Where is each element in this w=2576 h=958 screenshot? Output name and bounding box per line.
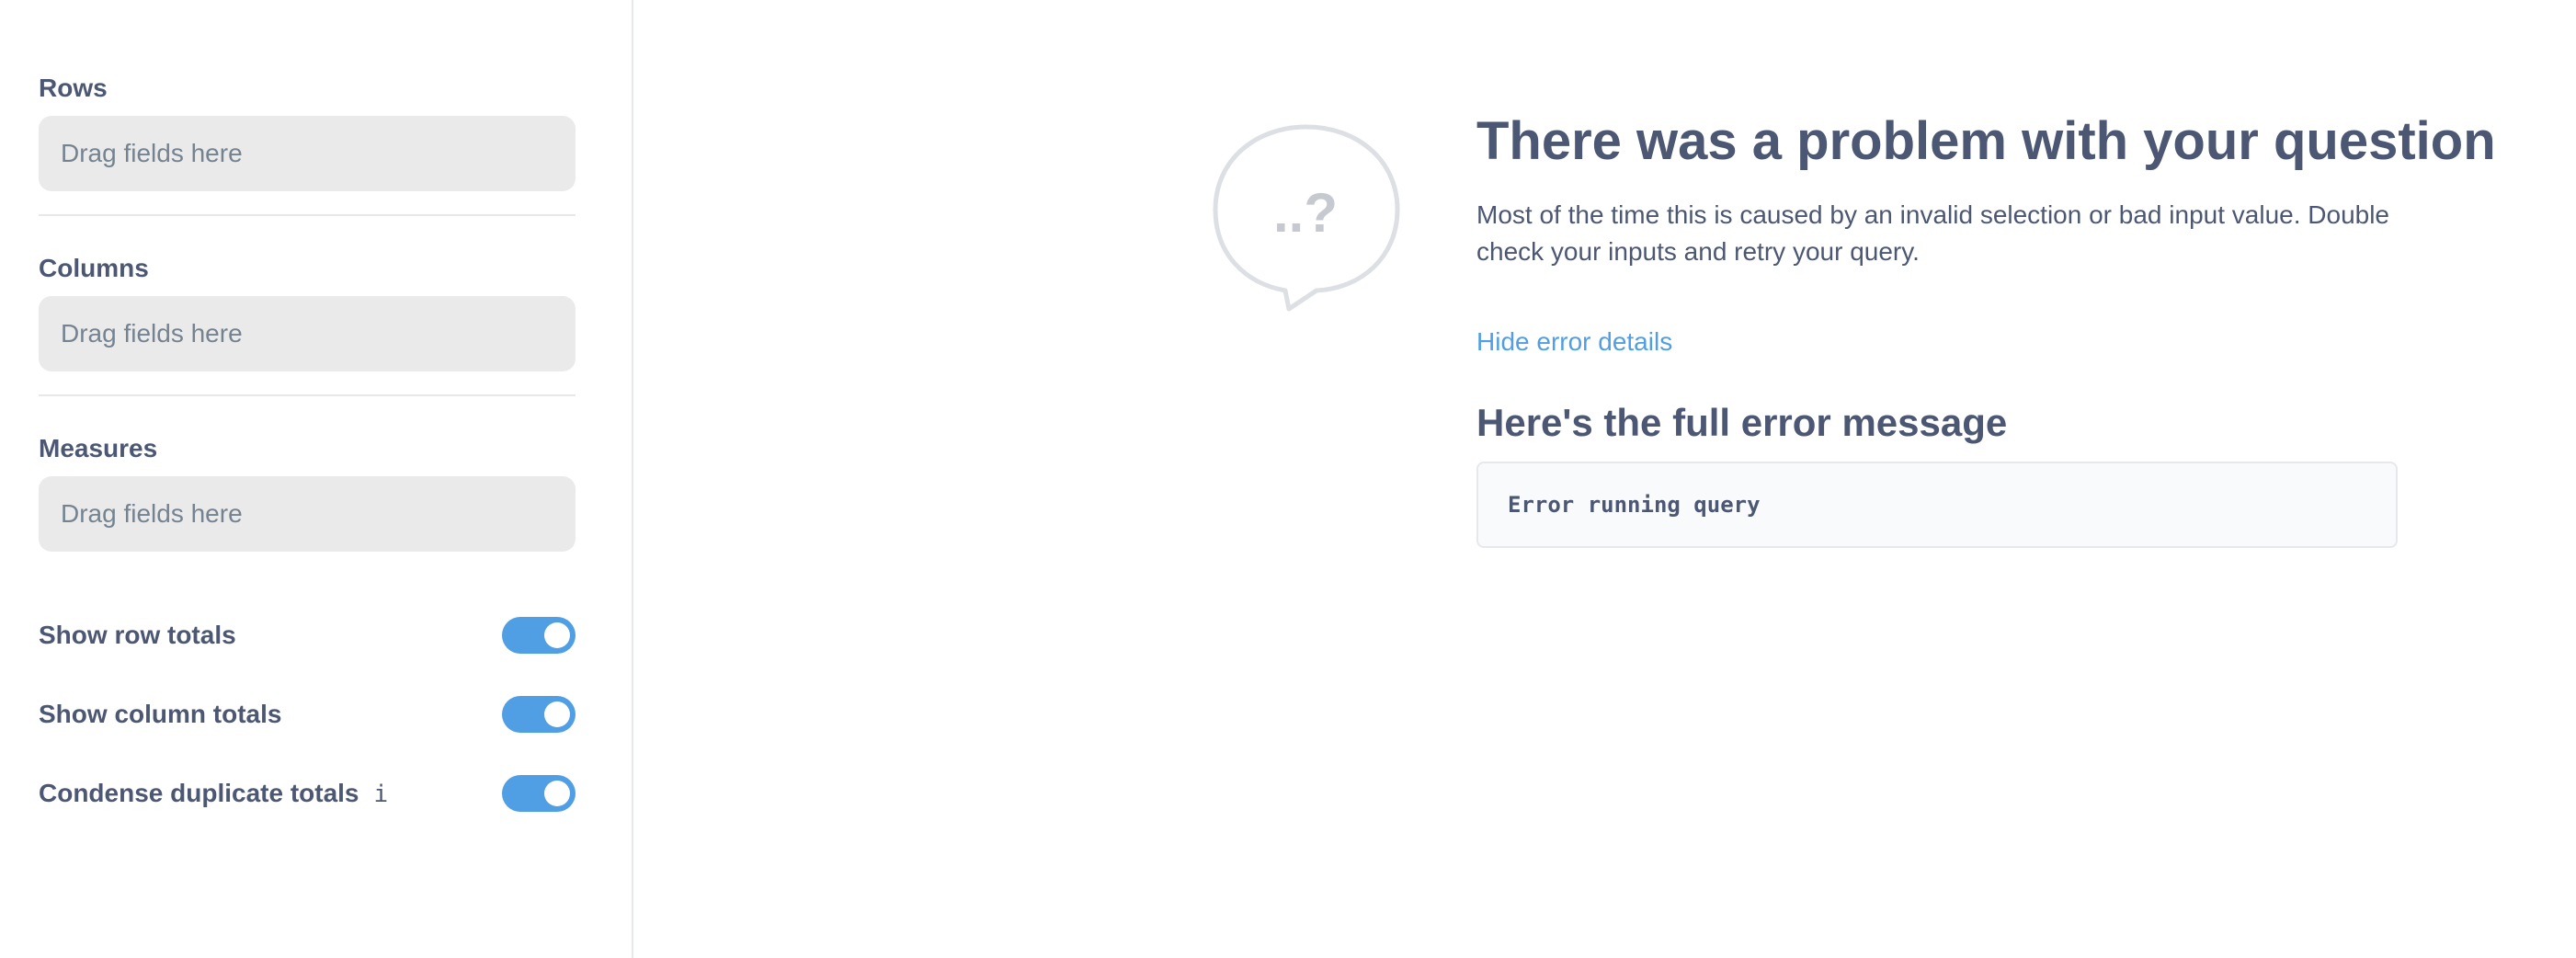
toggle-row-show-row-totals: Show row totals	[39, 615, 576, 656]
toggle-knob	[544, 622, 570, 648]
rows-section: Rows Drag fields here	[39, 72, 576, 191]
section-divider	[39, 214, 576, 216]
show-column-totals-label: Show column totals	[39, 700, 282, 728]
section-divider	[39, 394, 576, 396]
measures-label: Measures	[39, 434, 158, 462]
error-title: There was a problem with your question	[1476, 111, 2496, 171]
measures-dropzone[interactable]: Drag fields here	[39, 476, 576, 552]
hide-error-details-link[interactable]: Hide error details	[1476, 324, 1672, 360]
columns-section: Columns Drag fields here	[39, 252, 576, 371]
error-message-box: Error running query	[1476, 462, 2398, 548]
condense-duplicate-totals-toggle[interactable]	[502, 775, 576, 812]
measures-section: Measures Drag fields here	[39, 432, 576, 552]
rows-label: Rows	[39, 74, 108, 102]
toggle-knob	[544, 781, 570, 806]
rows-dropzone[interactable]: Drag fields here	[39, 116, 576, 191]
full-error-heading: Here's the full error message	[1476, 401, 2008, 444]
toggle-row-show-column-totals: Show column totals	[39, 694, 576, 735]
app-root: Rows Drag fields here Columns Drag field…	[0, 0, 2576, 958]
bubble-text: ..?	[1273, 182, 1338, 244]
condense-duplicate-totals-label: Condense duplicate totals i	[39, 773, 388, 815]
toggle-row-condense-duplicate-totals: Condense duplicate totals i	[39, 773, 576, 814]
show-row-totals-toggle[interactable]	[502, 617, 576, 654]
question-bubble-icon: ..?	[1213, 124, 1400, 312]
columns-label: Columns	[39, 254, 149, 282]
pivot-settings-sidebar: Rows Drag fields here Columns Drag field…	[0, 0, 633, 958]
toggle-knob	[544, 701, 570, 727]
info-icon[interactable]: i	[374, 774, 389, 815]
columns-dropzone[interactable]: Drag fields here	[39, 296, 576, 371]
show-row-totals-label: Show row totals	[39, 621, 236, 649]
error-description: Most of the time this is caused by an in…	[1476, 200, 2390, 266]
show-column-totals-toggle[interactable]	[502, 696, 576, 733]
condense-duplicate-totals-text: Condense duplicate totals	[39, 779, 359, 807]
